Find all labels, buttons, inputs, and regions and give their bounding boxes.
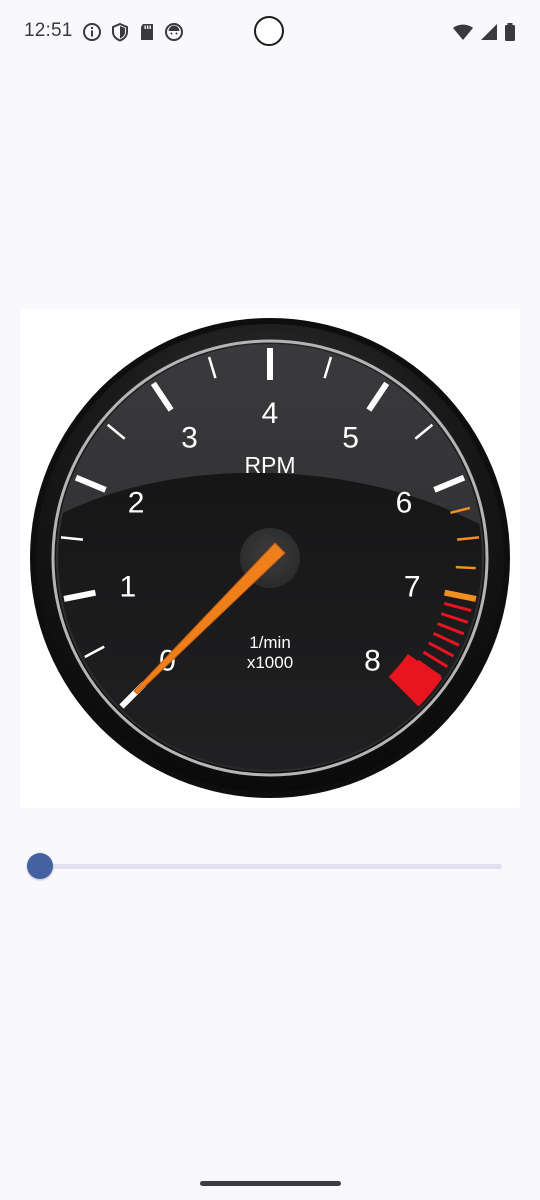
gauge-scale-number: 4 bbox=[262, 397, 279, 430]
slider-track[interactable] bbox=[38, 864, 502, 869]
gauge-scale-number: 2 bbox=[128, 487, 145, 520]
info-icon bbox=[82, 22, 102, 42]
gauge-unit-line1: 1/min bbox=[249, 633, 291, 652]
gauge-scale-number: 6 bbox=[396, 487, 413, 520]
gauge-unit-line2: x1000 bbox=[247, 653, 293, 672]
gauge-title: RPM bbox=[244, 452, 295, 478]
gauge-scale-number: 8 bbox=[364, 645, 381, 678]
gauge-scale-number: 7 bbox=[404, 570, 421, 603]
gauge-caution-tick bbox=[455, 565, 476, 570]
wifi-icon bbox=[452, 22, 474, 42]
notification-face-icon bbox=[164, 22, 184, 42]
rpm-gauge: 012345678 RPM 1/min x1000 bbox=[20, 309, 520, 808]
rpm-slider[interactable] bbox=[24, 850, 508, 884]
status-bar: 12:51 bbox=[0, 0, 540, 64]
slider-thumb[interactable] bbox=[27, 853, 53, 879]
rpm-gauge-dial: 012345678 RPM 1/min x1000 bbox=[30, 318, 510, 798]
camera-cutout bbox=[254, 16, 284, 46]
gauge-scale-number: 1 bbox=[119, 570, 136, 603]
gauge-scale-number: 5 bbox=[342, 421, 359, 454]
status-icons-right bbox=[452, 22, 516, 42]
gauge-scale-number: 3 bbox=[181, 421, 198, 454]
shield-icon bbox=[110, 22, 130, 42]
battery-icon bbox=[504, 22, 516, 42]
app-screen: 12:51 1 2 3 4 5 6 7 8 RPM 1/min x1000 bbox=[0, 0, 540, 1200]
home-indicator[interactable] bbox=[200, 1181, 341, 1186]
status-icons-left bbox=[82, 21, 184, 43]
sd-card-icon bbox=[138, 22, 156, 42]
cellular-signal-icon bbox=[480, 22, 498, 42]
status-time: 12:51 bbox=[24, 20, 73, 41]
